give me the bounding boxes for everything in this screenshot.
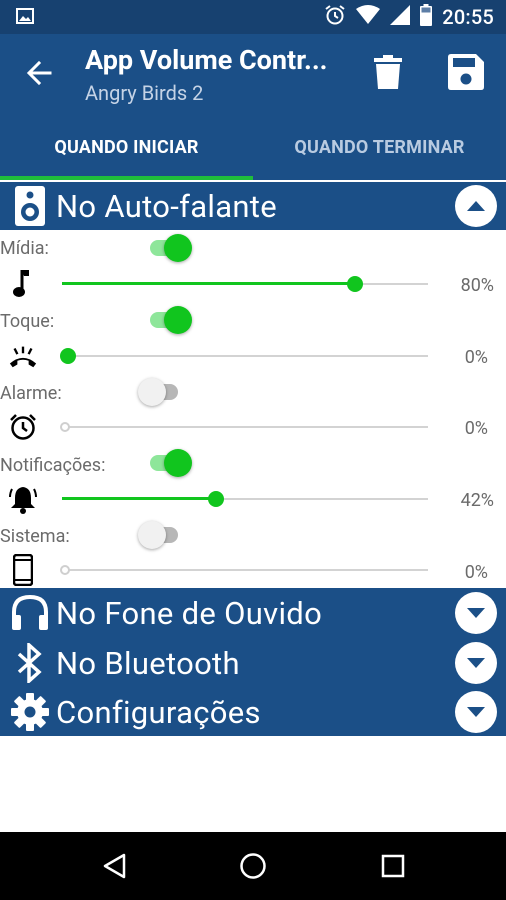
smartphone-icon bbox=[8, 554, 38, 586]
wifi-icon bbox=[356, 5, 381, 29]
system-switch[interactable] bbox=[138, 521, 178, 549]
recents-nav-icon[interactable] bbox=[375, 848, 411, 884]
section-label-speaker: No Auto-falante bbox=[56, 187, 277, 225]
settings-gear-icon bbox=[10, 690, 50, 734]
notifications-switch[interactable] bbox=[150, 449, 192, 477]
bluetooth-icon bbox=[10, 641, 50, 685]
alarm-switch[interactable] bbox=[138, 378, 178, 406]
tab-bar: QUANDO INICIAR QUANDO TERMINAR bbox=[0, 114, 506, 180]
section-header-headphones[interactable]: No Fone de Ouvido bbox=[0, 588, 506, 638]
status-bar: 20:55 bbox=[0, 0, 506, 34]
system-nav-bar bbox=[0, 832, 506, 900]
media-volume-slider[interactable] bbox=[62, 274, 428, 294]
signal-icon bbox=[390, 5, 411, 29]
ring-label: Toque: bbox=[0, 311, 55, 332]
section-header-speaker[interactable]: No Auto-falante bbox=[0, 182, 506, 230]
alarm-clock-icon bbox=[8, 411, 38, 443]
media-label: Mídia: bbox=[0, 238, 49, 259]
section-label-headphones: No Fone de Ouvido bbox=[56, 594, 323, 632]
notification-bell-icon bbox=[8, 483, 38, 515]
expand-chevron-down-icon[interactable] bbox=[455, 691, 497, 733]
expand-chevron-down-icon[interactable] bbox=[455, 642, 497, 684]
page-subtitle: Angry Birds 2 bbox=[85, 81, 204, 105]
section-label-settings: Configurações bbox=[56, 693, 261, 731]
notifications-label: Notificações: bbox=[0, 455, 106, 476]
status-time: 20:55 bbox=[442, 5, 494, 29]
system-percent: 0% bbox=[464, 562, 488, 583]
notifications-percent: 42% bbox=[460, 490, 494, 511]
back-nav-icon[interactable] bbox=[96, 848, 132, 884]
speaker-icon bbox=[10, 184, 50, 228]
expand-chevron-down-icon[interactable] bbox=[455, 592, 497, 634]
ring-percent: 0% bbox=[464, 347, 488, 368]
ring-volume-icon bbox=[8, 340, 38, 372]
section-header-settings[interactable]: Configurações bbox=[0, 688, 506, 736]
page-title: App Volume Contr... bbox=[85, 44, 328, 76]
music-note-icon bbox=[8, 268, 38, 300]
battery-icon bbox=[420, 4, 433, 30]
collapse-chevron-up-icon[interactable] bbox=[455, 185, 497, 227]
alarm-icon bbox=[324, 4, 346, 30]
back-arrow-icon[interactable] bbox=[22, 56, 56, 90]
headphones-icon bbox=[10, 591, 50, 635]
ring-volume-slider[interactable] bbox=[60, 346, 428, 366]
home-nav-icon[interactable] bbox=[235, 848, 271, 884]
save-icon[interactable] bbox=[446, 52, 486, 92]
trash-icon[interactable] bbox=[370, 52, 406, 92]
tab-quando-iniciar[interactable]: QUANDO INICIAR bbox=[0, 114, 253, 180]
ring-switch[interactable] bbox=[150, 306, 192, 334]
section-header-bluetooth[interactable]: No Bluetooth bbox=[0, 638, 506, 688]
tab-quando-terminar[interactable]: QUANDO TERMINAR bbox=[253, 114, 506, 180]
system-volume-slider[interactable] bbox=[60, 560, 428, 580]
tab-indicator bbox=[0, 176, 253, 180]
media-switch[interactable] bbox=[150, 234, 192, 262]
app-bar: App Volume Contr... Angry Birds 2 bbox=[0, 34, 506, 114]
section-label-bluetooth: No Bluetooth bbox=[56, 644, 240, 682]
notifications-volume-slider[interactable] bbox=[62, 489, 428, 509]
system-label: Sistema: bbox=[0, 526, 70, 547]
alarm-label: Alarme: bbox=[0, 383, 62, 404]
alarm-volume-slider[interactable] bbox=[60, 417, 428, 437]
image-icon bbox=[16, 8, 34, 24]
alarm-percent: 0% bbox=[464, 418, 488, 439]
media-percent: 80% bbox=[460, 275, 494, 296]
